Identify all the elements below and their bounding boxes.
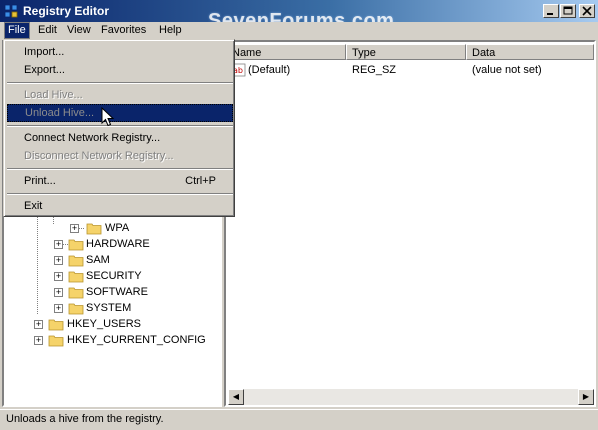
menu-item-connect-network-registry[interactable]: Connect Network Registry... bbox=[7, 129, 233, 147]
menu-separator bbox=[7, 82, 233, 84]
folder-icon bbox=[86, 223, 102, 235]
tree-node-hardware[interactable]: + HARDWARE bbox=[4, 236, 220, 252]
expand-icon[interactable]: + bbox=[54, 256, 63, 265]
value-name: (Default) bbox=[248, 64, 291, 76]
tree-node-label: SAM bbox=[86, 254, 110, 266]
column-header-data[interactable]: Data bbox=[466, 44, 594, 60]
menu-bar: File Edit View Favorites Help bbox=[0, 22, 598, 40]
menu-item-label: Exit bbox=[24, 200, 43, 212]
menu-item-shortcut: Ctrl+P bbox=[185, 175, 216, 187]
status-text: Unloads a hive from the registry. bbox=[6, 413, 164, 425]
tree-node-hkey-current-config[interactable]: + HKEY_CURRENT_CONFIG bbox=[4, 332, 220, 348]
value-type: REG_SZ bbox=[352, 64, 397, 76]
menu-help[interactable]: Help bbox=[156, 23, 185, 38]
folder-icon bbox=[48, 335, 64, 347]
expand-icon[interactable]: + bbox=[54, 304, 63, 313]
menu-item-label: Disconnect Network Registry... bbox=[24, 150, 174, 162]
tree-node-label: WPA bbox=[105, 222, 130, 234]
mouse-pointer-icon bbox=[101, 107, 115, 127]
column-header-type[interactable]: Type bbox=[346, 44, 466, 60]
minimize-icon bbox=[547, 13, 553, 15]
menu-item-load-hive: Load Hive... bbox=[7, 86, 233, 104]
minimize-button[interactable] bbox=[543, 4, 559, 18]
menu-item-label: Import... bbox=[24, 46, 65, 58]
list-row[interactable]: ab (Default) REG_SZ (value not set) bbox=[226, 62, 594, 78]
menu-item-label: Connect Network Registry... bbox=[24, 132, 161, 144]
menu-item-label: Print... bbox=[24, 175, 56, 187]
left-arrow-icon: ◀ bbox=[232, 392, 240, 401]
maximize-button[interactable] bbox=[560, 4, 576, 18]
tree-node-hkey-users[interactable]: + HKEY_USERS bbox=[4, 316, 220, 332]
maximize-icon bbox=[563, 6, 573, 15]
tree-node-label: SOFTWARE bbox=[86, 286, 148, 298]
tree-node-security[interactable]: + SECURITY bbox=[4, 268, 220, 284]
menu-item-exit[interactable]: Exit bbox=[7, 197, 233, 215]
tree-node-wpa[interactable]: + WPA bbox=[4, 220, 220, 236]
title-bar[interactable]: Registry Editor SevenForums.com bbox=[0, 0, 598, 32]
column-header-name[interactable]: Name bbox=[226, 44, 346, 60]
window-title: Registry Editor bbox=[23, 4, 110, 18]
close-button[interactable] bbox=[579, 4, 595, 18]
menu-item-label: Unload Hive... bbox=[25, 107, 95, 119]
menu-item-label: Export... bbox=[24, 64, 65, 76]
menu-item-disconnect-network-registry: Disconnect Network Registry... bbox=[7, 147, 233, 165]
menu-separator bbox=[7, 125, 233, 127]
registry-editor-window: Registry Editor SevenForums.com File Edi… bbox=[0, 0, 598, 430]
expand-icon[interactable]: + bbox=[54, 240, 63, 249]
folder-icon bbox=[48, 319, 64, 331]
file-menu-dropdown: Import... Export... Load Hive... Unload … bbox=[3, 39, 235, 217]
menu-item-import[interactable]: Import... bbox=[7, 43, 233, 61]
expand-icon[interactable]: + bbox=[54, 272, 63, 281]
tree-node-software[interactable]: + SOFTWARE bbox=[4, 284, 220, 300]
tree-node-label: HARDWARE bbox=[86, 238, 150, 250]
value-data: (value not set) bbox=[472, 64, 542, 76]
tree-node-label: SYSTEM bbox=[86, 302, 132, 314]
registry-editor-icon bbox=[4, 4, 18, 18]
expand-icon[interactable]: + bbox=[34, 320, 43, 329]
menu-separator bbox=[7, 168, 233, 170]
scroll-left-button[interactable]: ◀ bbox=[228, 389, 244, 405]
folder-icon bbox=[68, 271, 84, 283]
expand-icon[interactable]: + bbox=[54, 288, 63, 297]
folder-icon bbox=[68, 255, 84, 267]
right-arrow-icon: ▶ bbox=[582, 392, 590, 401]
horizontal-scrollbar[interactable]: ◀ ▶ bbox=[228, 389, 594, 405]
status-bar: Unloads a hive from the registry. bbox=[0, 409, 598, 430]
menu-edit[interactable]: Edit bbox=[35, 23, 60, 38]
menu-favorites[interactable]: Favorites bbox=[98, 23, 149, 38]
tree-node-label: HKEY_USERS bbox=[67, 318, 141, 330]
expand-icon[interactable]: + bbox=[34, 336, 43, 345]
menu-view[interactable]: View bbox=[64, 23, 94, 38]
tree-node-label: HKEY_CURRENT_CONFIG bbox=[67, 334, 206, 346]
menu-item-print[interactable]: Print... Ctrl+P bbox=[7, 172, 233, 190]
expand-icon[interactable]: + bbox=[70, 224, 79, 233]
values-list[interactable]: Name Type Data ab (Default) REG_SZ (valu… bbox=[224, 40, 596, 407]
folder-icon bbox=[68, 239, 84, 251]
menu-item-unload-hive[interactable]: Unload Hive... bbox=[7, 104, 233, 122]
close-icon bbox=[582, 6, 592, 16]
menu-separator bbox=[7, 193, 233, 195]
folder-icon bbox=[68, 287, 84, 299]
tree-node-sam[interactable]: + SAM bbox=[4, 252, 220, 268]
tree-node-label: SECURITY bbox=[86, 270, 142, 282]
tree-node-system[interactable]: + SYSTEM bbox=[4, 300, 220, 316]
folder-icon bbox=[68, 303, 84, 315]
scroll-right-button[interactable]: ▶ bbox=[578, 389, 594, 405]
menu-item-export[interactable]: Export... bbox=[7, 61, 233, 79]
menu-item-label: Load Hive... bbox=[24, 89, 83, 101]
menu-file[interactable]: File bbox=[4, 22, 30, 39]
